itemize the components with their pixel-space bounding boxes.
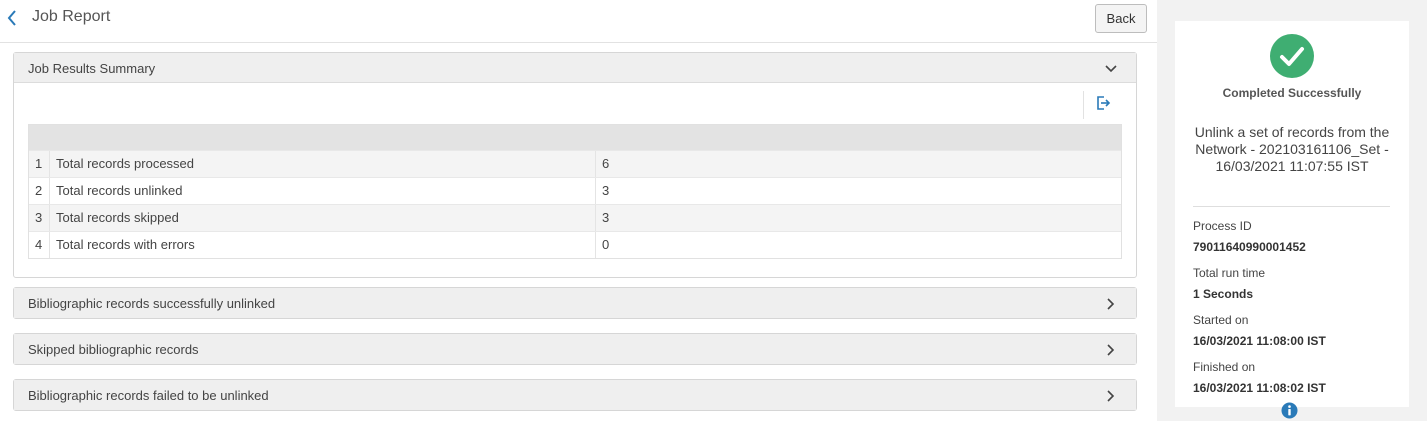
back-button[interactable]: Back [1095, 4, 1147, 33]
row-value: 3 [602, 183, 610, 198]
section-title: Skipped bibliographic records [28, 342, 199, 357]
section-skipped: Skipped bibliographic records [13, 333, 1137, 365]
chevron-down-icon[interactable] [1104, 62, 1118, 76]
section-header[interactable]: Bibliographic records failed to be unlin… [14, 380, 1136, 410]
summary-table: 1 Total records processed 6 2 Total reco… [28, 124, 1122, 259]
started-value: 16/03/2021 11:08:00 IST [1193, 334, 1326, 348]
row-number: 2 [29, 178, 50, 204]
export-icon[interactable] [1095, 95, 1111, 111]
page-title: Job Report [32, 8, 111, 25]
toolbar-divider [1083, 91, 1084, 119]
row-value: 0 [602, 237, 610, 252]
job-name: Unlink a set of records from the Network… [1194, 124, 1390, 174]
chevron-left-icon[interactable] [6, 9, 18, 27]
row-value: 3 [602, 210, 610, 225]
table-row: 2 Total records unlinked 3 [29, 177, 1121, 204]
section-title: Bibliographic records failed to be unlin… [28, 388, 269, 403]
table-row: 3 Total records skipped 3 [29, 204, 1121, 231]
chevron-right-icon[interactable] [1104, 389, 1118, 403]
finished-value: 16/03/2021 11:08:02 IST [1193, 381, 1326, 395]
row-label: Total records skipped [50, 205, 596, 231]
process-id-label: Process ID [1193, 219, 1252, 233]
started-label: Started on [1193, 313, 1249, 327]
panel-title: Job Results Summary [28, 61, 156, 76]
job-results-summary-panel: Job Results Summary 1 Total records proc… [13, 52, 1137, 278]
side-divider [1193, 206, 1390, 207]
chevron-right-icon[interactable] [1104, 297, 1118, 311]
section-header[interactable]: Skipped bibliographic records [14, 334, 1136, 364]
section-title: Bibliographic records successfully unlin… [28, 296, 276, 311]
check-circle-icon [1270, 34, 1314, 78]
info-icon[interactable] [1281, 402, 1298, 419]
section-header[interactable]: Bibliographic records successfully unlin… [14, 288, 1136, 318]
row-label: Total records unlinked [50, 178, 596, 204]
row-number: 4 [29, 232, 50, 258]
page-header: Job Report Back [0, 0, 1157, 43]
status-text: Completed Successfully [1222, 86, 1362, 100]
row-label: Total records with errors [50, 232, 596, 258]
row-value: 6 [602, 156, 610, 171]
row-label: Total records processed [50, 151, 596, 177]
table-header [29, 125, 1121, 150]
run-time-label: Total run time [1193, 266, 1266, 280]
row-number: 3 [29, 205, 50, 231]
chevron-right-icon[interactable] [1104, 343, 1118, 357]
run-time-value: 1 Seconds [1193, 287, 1254, 301]
section-failed: Bibliographic records failed to be unlin… [13, 379, 1137, 411]
section-successfully-unlinked: Bibliographic records successfully unlin… [13, 287, 1137, 319]
job-results-summary-header[interactable]: Job Results Summary [14, 53, 1136, 83]
table-row: 1 Total records processed 6 [29, 150, 1121, 177]
row-number: 1 [29, 151, 50, 177]
process-id-value: 79011640990001452 [1193, 240, 1306, 254]
finished-label: Finished on [1193, 360, 1256, 374]
table-row: 4 Total records with errors 0 [29, 231, 1121, 258]
